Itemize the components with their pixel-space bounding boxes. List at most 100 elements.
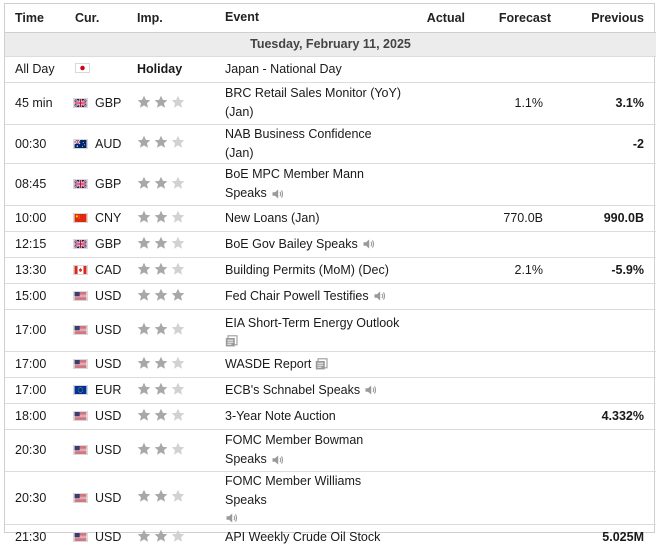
importance-cell [135, 377, 225, 404]
importance-star-icon [137, 135, 151, 149]
event-cell[interactable]: NAB Business Confidence (Jan) [225, 124, 409, 164]
forecast-value [471, 471, 553, 525]
header-forecast[interactable]: Forecast [471, 4, 553, 33]
event-title: WASDE Report [225, 356, 312, 371]
forecast-value [471, 231, 553, 258]
actual-value [409, 205, 471, 232]
event-time: 18:00 [5, 403, 73, 430]
event-row[interactable]: 17:00 USD EIA Short-Term Energy Outlook [5, 309, 656, 352]
economic-calendar: Time Cur. Imp. Event Actual Forecast Pre… [4, 3, 656, 544]
importance-cell [135, 205, 225, 232]
event-currency-cell: USD [73, 351, 135, 378]
event-cell[interactable]: Fed Chair Powell Testifies [225, 283, 409, 310]
report-icon[interactable] [315, 358, 328, 370]
speaker-icon[interactable] [364, 384, 377, 396]
event-row[interactable]: 15:00 USD Fed Chair Powell Testifies [5, 283, 656, 310]
importance-cell [135, 309, 225, 352]
event-cell[interactable]: ECB's Schnabel Speaks [225, 377, 409, 404]
event-cell[interactable]: WASDE Report [225, 351, 409, 378]
importance-cell [135, 524, 225, 550]
event-row[interactable]: 08:45 GBP BoE MPC Member Mann Speaks [5, 163, 656, 206]
currency-code: USD [95, 289, 122, 303]
currency-code: USD [95, 357, 122, 371]
event-currency-cell: CAD [73, 257, 135, 284]
event-currency-cell: USD [73, 403, 135, 430]
event-time: 17:00 [5, 351, 73, 378]
event-cell[interactable]: BoE Gov Bailey Speaks [225, 231, 409, 258]
holiday-event[interactable]: Japan - National Day [225, 56, 409, 83]
event-row[interactable]: 13:30 CAD Building Permits (MoM) (Dec) 2.1%… [5, 257, 656, 284]
event-title: EIA Short-Term Energy Outlook [225, 315, 400, 330]
header-currency[interactable]: Cur. [73, 4, 135, 33]
event-cell[interactable]: 3-Year Note Auction [225, 403, 409, 430]
holiday-label: Holiday [135, 56, 225, 83]
previous-value: -2 [553, 124, 656, 164]
event-row[interactable]: 10:00 CNY New Loans (Jan) 770.0B 990.0B [5, 205, 656, 232]
speaker-icon[interactable] [225, 512, 238, 524]
event-title-cont: (Jan) [225, 105, 254, 119]
event-time: 08:45 [5, 163, 73, 206]
event-cell[interactable]: FOMC Member Williams Speaks [225, 471, 409, 525]
currency-code: CAD [95, 263, 122, 277]
importance-star-icon [171, 442, 185, 456]
header-previous[interactable]: Previous [553, 4, 656, 33]
event-row[interactable]: 20:30 USD FOMC Member Bowman Speaks [5, 429, 656, 472]
event-cell[interactable]: Building Permits (MoM) (Dec) [225, 257, 409, 284]
event-row[interactable]: 20:30 USD FOMC Member Williams Speaks [5, 471, 656, 525]
event-row[interactable]: 00:30 AUD NAB Business Confidence (Jan) -2 [5, 124, 656, 164]
previous-value: 3.1% [553, 82, 656, 125]
importance-star-icon [154, 322, 168, 336]
event-row[interactable]: 18:00 USD 3-Year Note Auction 4.332% [5, 403, 656, 430]
importance-star-icon [154, 176, 168, 190]
importance-star-icon [137, 210, 151, 224]
event-row[interactable]: 17:00 USD WASDE Report [5, 351, 656, 378]
speaker-icon[interactable] [271, 188, 284, 200]
date-row: Tuesday, February 11, 2025 [5, 32, 656, 57]
header-event[interactable]: Event [225, 4, 409, 33]
event-cell[interactable]: BRC Retail Sales Monitor (YoY) (Jan) [225, 82, 409, 125]
holiday-row[interactable]: All Day Holiday Japan - National Day [5, 56, 656, 83]
currency-code: CNY [95, 211, 122, 225]
event-row[interactable]: 21:30 USD API Weekly Crude Oil Stock 5.025M [5, 524, 656, 550]
importance-star-icon [154, 382, 168, 396]
event-row[interactable]: 17:00 EUR ECB's Schnabel Speaks [5, 377, 656, 404]
event-cell[interactable]: BoE MPC Member Mann Speaks [225, 163, 409, 206]
event-title: FOMC Member Bowman [225, 433, 364, 447]
importance-star-icon [154, 288, 168, 302]
importance-star-icon [137, 236, 151, 250]
forecast-value: 2.1% [471, 257, 553, 284]
header-importance[interactable]: Imp. [135, 4, 225, 33]
importance-star-icon [171, 489, 185, 503]
us-flag-icon [73, 359, 88, 369]
currency-code: USD [95, 443, 122, 457]
forecast-value [471, 377, 553, 404]
importance-star-icon [154, 210, 168, 224]
event-cell[interactable]: New Loans (Jan) [225, 205, 409, 232]
event-time: 10:00 [5, 205, 73, 232]
importance-star-icon [137, 262, 151, 276]
header-time[interactable]: Time [5, 4, 73, 33]
importance-star-icon [154, 236, 168, 250]
event-cell[interactable]: EIA Short-Term Energy Outlook [225, 309, 409, 352]
event-title: ECB's Schnabel Speaks [225, 382, 361, 397]
importance-star-icon [154, 489, 168, 503]
event-cell[interactable]: FOMC Member Bowman Speaks [225, 429, 409, 472]
us-flag-icon [73, 532, 88, 543]
speaker-icon[interactable] [362, 238, 375, 250]
actual-value [409, 82, 471, 125]
event-row[interactable]: 45 min GBP BRC Retail Sales Monitor (YoY) (… [5, 82, 656, 125]
importance-star-icon [154, 95, 168, 109]
currency-code: GBP [95, 237, 122, 251]
previous-value [553, 163, 656, 206]
report-icon[interactable] [225, 334, 238, 347]
previous-value: 4.332% [553, 403, 656, 430]
importance-star-icon [171, 210, 185, 224]
event-currency-cell: USD [73, 471, 135, 525]
event-cell[interactable]: API Weekly Crude Oil Stock [225, 524, 409, 550]
speaker-icon[interactable] [373, 290, 386, 302]
event-time: 13:30 [5, 257, 73, 284]
event-title: FOMC Member Williams Speaks [225, 473, 362, 507]
speaker-icon[interactable] [271, 454, 284, 466]
event-row[interactable]: 12:15 GBP BoE Gov Bailey Speaks [5, 231, 656, 258]
header-actual[interactable]: Actual [409, 4, 471, 33]
